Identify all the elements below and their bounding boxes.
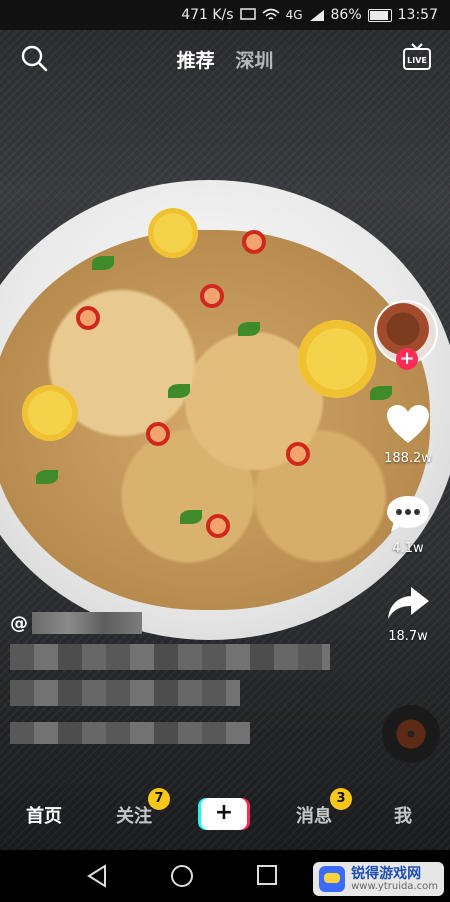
top-bar: 推荐 深圳 LIVE [0,30,450,86]
lemon-slice [298,320,376,398]
home-circle-icon[interactable] [170,864,194,888]
share-action[interactable]: 18.7w [380,583,436,644]
nav-follow[interactable]: 关注 7 [116,788,170,828]
like-count: 188.2w [384,451,432,466]
watermark-logo-icon [319,866,346,892]
live-tv-icon[interactable]: LIVE [402,42,432,72]
recents-square-icon[interactable] [256,864,278,886]
blurred-username [32,612,142,634]
nav-messages[interactable]: 消息 3 [296,788,352,828]
share-count: 18.7w [388,629,428,644]
network-speed: 471 K/s [181,7,234,23]
messages-badge: 3 [330,788,352,810]
share-arrow-icon[interactable] [385,583,431,623]
clock: 13:57 [397,7,438,23]
lemon-slice [148,208,198,258]
chili-ring [286,442,310,466]
create-button[interactable]: + [201,798,247,830]
back-triangle-icon[interactable] [86,864,108,888]
feed-tabs: 推荐 深圳 [0,46,450,73]
signal-icon [309,9,324,21]
cilantro-leaf [370,386,392,400]
heart-icon[interactable] [385,403,431,445]
status-bar: 471 K/s 4G 86% 13:57 [0,0,450,30]
handle-prefix: @ [10,612,28,634]
follow-badge: 7 [148,788,170,810]
nav-home[interactable]: 首页 [26,802,62,828]
like-action[interactable]: 188.2w [380,403,436,466]
wifi-icon [262,8,280,20]
battery-icon [367,8,392,22]
cilantro-leaf [92,256,114,270]
watermark-url: www.ytruida.com [351,880,438,892]
battery-percent: 86% [330,7,362,23]
chili-ring [206,514,230,538]
tab-city[interactable]: 深圳 [235,50,273,72]
cilantro-leaf [36,470,58,484]
bottom-nav: 首页 关注 7 + 消息 3 我 [0,788,450,840]
chili-ring [146,422,170,446]
system-nav-bar: 锐得游戏网 www.ytruida.com [0,850,450,902]
cilantro-leaf [168,384,190,398]
music-disc[interactable] [382,705,440,763]
video-caption: @ [10,612,340,744]
blurred-music-line [10,722,250,744]
comment-count: 4.1w [392,541,424,556]
chili-ring [242,230,266,254]
nav-me[interactable]: 我 [394,802,412,828]
cilantro-leaf [180,510,202,524]
network-type: 4G [285,8,303,22]
lemon-slice [22,385,78,441]
cast-icon [239,8,256,20]
chili-ring [76,306,100,330]
follow-button[interactable]: + [396,348,418,370]
svg-text:LIVE: LIVE [407,56,427,65]
cilantro-leaf [238,322,260,336]
watermark-title: 锐得游戏网 [351,865,422,882]
tab-recommend[interactable]: 推荐 [177,50,215,72]
creator-handle[interactable]: @ [10,612,340,634]
blurred-description [10,644,330,670]
nav-messages-label: 消息 [296,806,332,827]
nav-follow-label: 关注 [116,806,152,827]
comment-action[interactable]: 4.1w [380,493,436,556]
blurred-description [10,680,240,706]
comment-icon[interactable] [385,493,431,535]
chili-ring [200,284,224,308]
site-watermark: 锐得游戏网 www.ytruida.com [313,862,444,896]
